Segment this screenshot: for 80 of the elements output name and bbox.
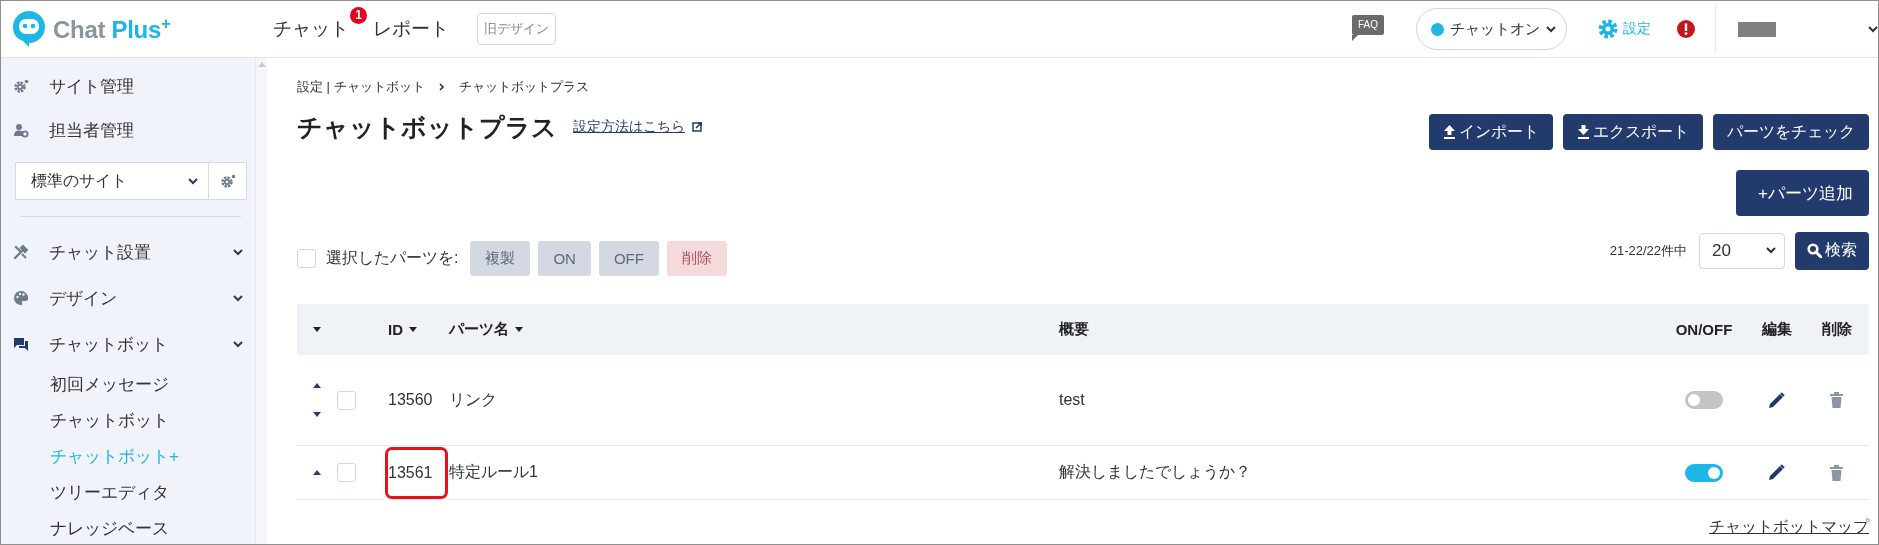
table-cell: リンク [449,355,1059,446]
download-icon [1577,125,1590,139]
table-cell: 特定ルール1 [449,446,1059,500]
edit-icon[interactable] [1768,464,1785,481]
column-header: 概要 [1059,304,1659,355]
nav-link[interactable]: レポート [373,16,449,42]
breadcrumb-item[interactable]: 設定 | チャットボット [297,78,425,96]
chat-bubble-logo-icon [11,9,47,49]
search-button[interactable]: 検索 [1795,231,1869,270]
sidebar-subitem[interactable]: チャットボット [1,403,255,439]
table-cell: 解決しましたでしょうか？ [1059,446,1659,500]
bulk-action-button[interactable]: ON [538,241,591,276]
bulk-action-button[interactable]: 複製 [470,241,531,276]
old-design-button[interactable]: 旧デザイン [477,13,556,45]
sidebar-subitem[interactable]: ツリーエディタ [1,475,255,511]
edit-icon[interactable] [1768,391,1785,409]
trash-icon[interactable] [1830,392,1843,408]
checkbox[interactable] [337,463,356,482]
column-header: 削除 [1804,304,1869,355]
chevron-down-icon [233,248,243,256]
bulk-action-label: 選択したパーツを: [326,248,459,268]
user-gear-icon [13,122,29,138]
result-count: 21-22/22件中 [1609,241,1687,260]
toolbar-button[interactable]: パーツをチェック [1713,114,1869,150]
table-cell: test [1059,355,1659,446]
help-link[interactable]: 設定方法はこちら [573,118,685,136]
page-title: チャットボットプラス [297,111,557,143]
settings-icon [1597,18,1619,40]
sidebar-section[interactable]: チャット設置 [1,229,255,275]
breadcrumb-item: チャットボットプラス [458,78,589,96]
chatbot-map-link[interactable]: チャットボットマップ [1709,517,1869,538]
column-header[interactable]: ID [384,304,449,355]
toggle-switch[interactable] [1685,391,1723,409]
checkbox[interactable] [337,390,356,410]
nav-link[interactable]: チャット [273,16,349,42]
column-header[interactable]: パーツ名 [449,304,1059,355]
notification-badge: 1 [350,7,367,24]
toolbar-button[interactable]: インポート [1429,114,1553,150]
table-cell: 13560 [384,355,449,446]
add-part-button[interactable]: +パーツ追加 [1736,170,1869,216]
logo-text: Chat Plus$^{+}$ [53,14,171,44]
sidebar-section[interactable]: デザイン [1,275,255,321]
sort-caret-icon [313,327,321,332]
scroll-up-icon [257,62,266,67]
bulk-action-button[interactable]: OFF [598,241,659,276]
chevron-down-icon [233,340,243,348]
toolbar-button[interactable]: エクスポート [1563,114,1703,150]
search-icon [1807,243,1822,258]
scrollbar[interactable] [255,58,267,544]
sidebar-subitem[interactable]: ナレッジベース [1,511,255,545]
reorder-arrows-icon[interactable] [313,383,321,417]
user-name-placeholder [1738,21,1776,37]
tools-icon [13,244,29,260]
alert-icon[interactable] [1677,20,1695,38]
column-header: 編集 [1749,304,1804,355]
table-cell: 13561 [384,446,449,500]
sidebar-item[interactable]: 担当者管理 [1,108,255,152]
sort-caret-icon [515,327,523,332]
sidebar-subitem[interactable]: 初回メッセージ [1,367,255,403]
upload-icon [1443,125,1456,139]
chevron-down-icon [233,294,243,302]
palette-icon [13,290,29,306]
bulk-action-button[interactable]: 削除 [666,241,727,276]
reorder-arrows-icon[interactable] [313,470,321,475]
external-link-icon [692,122,702,132]
trash-icon[interactable] [1830,464,1843,481]
chat-icon [13,336,29,352]
chevron-right-icon [438,83,445,91]
sidebar-section[interactable]: チャットボット [1,321,255,367]
toggle-switch[interactable] [1685,463,1723,482]
chevron-down-icon [1766,247,1776,254]
gear-icon [13,78,29,94]
sidebar-item[interactable]: サイト管理 [1,64,255,108]
chevron-down-icon [1546,25,1556,33]
column-header: ON/OFF [1659,304,1749,355]
chat-status-dropdown[interactable]: チャットオン [1416,8,1567,50]
chevron-down-icon[interactable] [1868,25,1878,33]
checkbox[interactable] [297,249,316,268]
per-page-select[interactable]: 20 [1699,232,1785,269]
sort-caret-icon [409,327,417,332]
